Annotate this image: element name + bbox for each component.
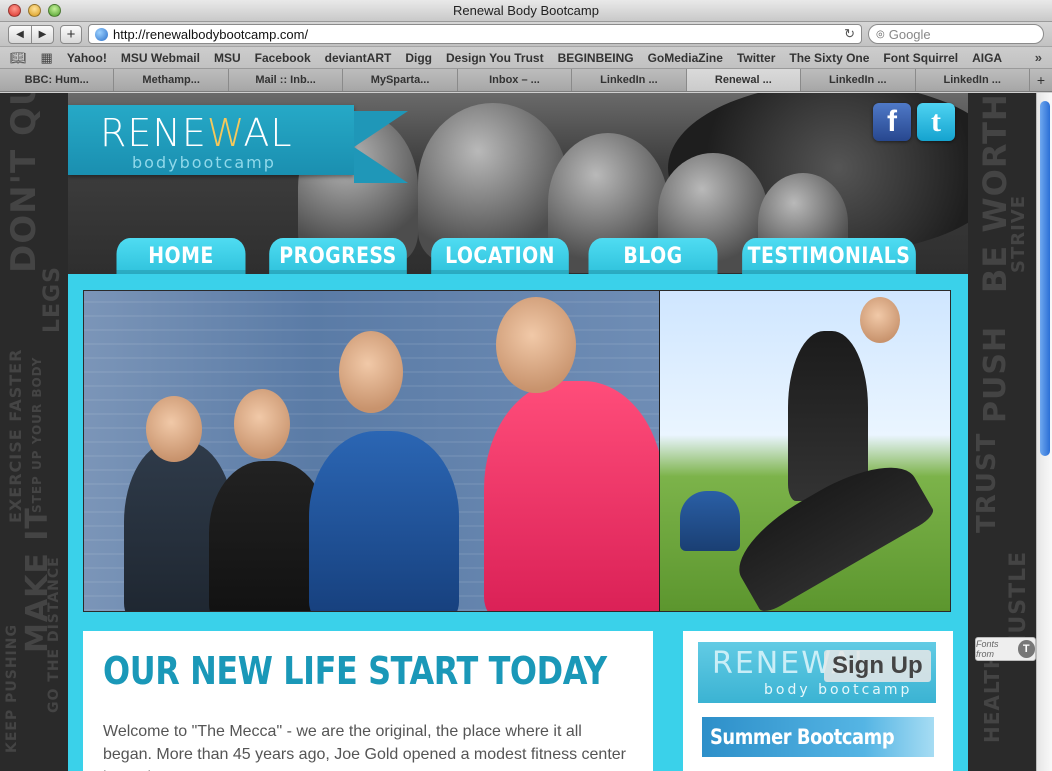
- address-bar[interactable]: http://renewalbodybootcamp.com/ ↻: [88, 24, 862, 44]
- browser-tab[interactable]: Mail :: Inb...: [228, 69, 344, 91]
- nav-progress[interactable]: PROGRESS: [269, 238, 407, 274]
- browser-toolbar: ◀ ▶ + http://renewalbodybootcamp.com/ ↻ …: [0, 22, 1052, 47]
- logo-subtitle: bodybootcamp: [132, 153, 276, 172]
- hero-gallery: [83, 290, 951, 612]
- bookmark-item[interactable]: Digg: [405, 51, 432, 65]
- background-word: KEEP PUSHING: [4, 624, 20, 753]
- browser-tab[interactable]: LinkedIn ...: [572, 69, 687, 91]
- site-header: RENEWAL bodybootcamp f t HOME PROGRESS L…: [68, 93, 968, 274]
- back-forward-group: ◀ ▶: [8, 24, 54, 44]
- bookmark-item[interactable]: Twitter: [737, 51, 775, 65]
- forward-icon: ▶: [38, 28, 47, 40]
- bookmark-item[interactable]: deviantART: [325, 51, 392, 65]
- search-field[interactable]: ◎ Google: [868, 24, 1044, 44]
- browser-tab[interactable]: Inbox – ...: [457, 69, 573, 91]
- page-scrollbar[interactable]: [1036, 93, 1052, 771]
- signup-button[interactable]: Sign Up: [824, 650, 931, 682]
- browser-tab[interactable]: Methamp...: [114, 69, 229, 91]
- nav-home[interactable]: HOME: [116, 238, 246, 274]
- zoom-window-button[interactable]: [48, 4, 61, 17]
- bookmark-item[interactable]: AIGA: [972, 51, 1002, 65]
- photo-person-head: [860, 297, 900, 343]
- photo-person-head: [496, 297, 576, 393]
- bookmarks-bar: 📖︎ ▦ Yahoo! MSU Webmail MSU Facebook dev…: [0, 47, 1052, 69]
- sidebar-card: RENEWAL body bootcamp Sign Up Summer Boo…: [683, 631, 953, 771]
- bookmark-item[interactable]: Design You Trust: [446, 51, 544, 65]
- browser-tab[interactable]: LinkedIn ...: [801, 69, 916, 91]
- tab-bar: BBC: Hum... Methamp... Mail :: Inb... My…: [0, 69, 1052, 92]
- close-window-button[interactable]: [8, 4, 21, 17]
- bookmark-item[interactable]: BEGINBEING: [558, 51, 634, 65]
- bookmark-item[interactable]: Facebook: [255, 51, 311, 65]
- site-container: RENEWAL bodybootcamp f t HOME PROGRESS L…: [68, 93, 968, 771]
- fonts-badge-label: Fonts from: [976, 639, 999, 659]
- browser-tab[interactable]: MySparta...: [343, 69, 458, 91]
- signup-logo-subtitle: body bootcamp: [764, 682, 913, 698]
- add-bookmark-button[interactable]: +: [60, 24, 82, 44]
- bookmark-item[interactable]: Yahoo!: [67, 51, 107, 65]
- forward-button[interactable]: ▶: [31, 25, 53, 43]
- browser-tab[interactable]: BBC: Hum...: [0, 69, 115, 91]
- summer-bootcamp-banner[interactable]: Summer Bootcamp: [702, 717, 934, 757]
- browser-tab-active[interactable]: Renewal ...: [686, 69, 802, 91]
- background-word: GO THE DISTANCE: [46, 556, 62, 713]
- bookmark-item[interactable]: Font Squirrel: [883, 51, 958, 65]
- content-card: OUR NEW LIFE START TODAY Welcome to "The…: [83, 631, 653, 771]
- nav-location[interactable]: LOCATION: [431, 238, 569, 274]
- browser-tab[interactable]: LinkedIn ...: [915, 69, 1030, 91]
- bookmark-item[interactable]: GoMediaZine: [648, 51, 723, 65]
- left-background-typography: DON'T QUIT LEGS EXERCISE FASTER MAKE IT …: [0, 93, 68, 771]
- facebook-icon[interactable]: f: [873, 103, 911, 141]
- background-word: DON'T QUIT: [4, 93, 44, 273]
- window-title: Renewal Body Bootcamp: [453, 3, 599, 18]
- book-icon[interactable]: 📖︎: [10, 50, 27, 66]
- bookmark-item[interactable]: The Sixty One: [789, 51, 869, 65]
- hero-photo-main[interactable]: [84, 291, 660, 611]
- logo-wordmark: RENEWAL: [100, 111, 293, 155]
- scrollbar-thumb[interactable]: [1040, 101, 1050, 456]
- background-word: STEP UP YOUR BODY: [30, 356, 44, 513]
- background-word: PUSH: [978, 325, 1013, 423]
- new-tab-button[interactable]: +: [1029, 69, 1052, 91]
- back-button[interactable]: ◀: [9, 26, 31, 43]
- globe-icon: [95, 27, 108, 41]
- search-placeholder: Google: [888, 26, 931, 42]
- background-word: EXERCISE FASTER: [6, 348, 25, 523]
- photo-person: [680, 491, 740, 551]
- minimize-window-button[interactable]: [28, 4, 41, 17]
- background-word: STRIVE: [1008, 194, 1029, 273]
- photo-person-head: [339, 331, 403, 413]
- reload-icon[interactable]: ↻: [844, 26, 855, 42]
- content-paragraph: Welcome to "The Mecca" - we are the orig…: [103, 723, 626, 771]
- signup-banner[interactable]: RENEWAL body bootcamp Sign Up: [698, 642, 936, 703]
- background-word: LEGS: [40, 266, 65, 333]
- photo-person-head: [234, 389, 290, 459]
- photo-person: [309, 431, 459, 611]
- site-logo[interactable]: RENEWAL bodybootcamp: [68, 105, 408, 183]
- page-viewport: DON'T QUIT LEGS EXERCISE FASTER MAKE IT …: [0, 93, 1052, 771]
- twitter-icon[interactable]: t: [917, 103, 955, 141]
- background-word: TRUST: [972, 432, 1002, 533]
- bookmark-item[interactable]: MSU Webmail: [121, 51, 200, 65]
- nav-blog[interactable]: BLOG: [588, 238, 718, 274]
- window-controls: [8, 4, 61, 17]
- back-icon: ◀: [16, 28, 24, 40]
- search-icon: ◎: [876, 28, 885, 40]
- content-heading: OUR NEW LIFE START TODAY: [103, 649, 607, 693]
- photo-person-head: [146, 396, 202, 462]
- nav-testimonials[interactable]: TESTIMONIALS: [742, 238, 916, 274]
- typekit-icon: T: [1017, 640, 1035, 658]
- summer-bootcamp-label: Summer Bootcamp: [710, 725, 895, 749]
- url-text[interactable]: http://renewalbodybootcamp.com/: [113, 27, 839, 42]
- right-background-typography: BE WORTH STRIVE PUSH TRUST HUSTLE HEALTH…: [968, 93, 1036, 771]
- grid-icon[interactable]: ▦: [41, 50, 53, 66]
- title-bar: Renewal Body Bootcamp: [0, 0, 1052, 22]
- plus-icon: +: [66, 25, 76, 43]
- main-nav: HOME PROGRESS LOCATION BLOG TESTIMONIALS: [68, 238, 968, 274]
- photo-person: [484, 381, 659, 611]
- more-bookmarks-icon[interactable]: »: [1035, 50, 1042, 65]
- fonts-from-badge[interactable]: Fonts from T: [975, 637, 1036, 661]
- bookmark-item[interactable]: MSU: [214, 51, 241, 65]
- hero-photo-secondary[interactable]: [660, 291, 950, 611]
